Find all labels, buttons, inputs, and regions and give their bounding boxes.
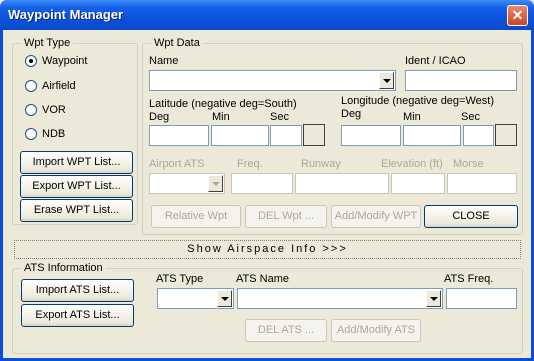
import-wpt-button[interactable]: Import WPT List... [20,151,133,174]
chevron-down-icon[interactable] [217,290,232,307]
lat-deg-input[interactable] [149,125,209,146]
ats-type-combobox[interactable] [157,288,234,309]
lat-sec-label: Sec [270,111,289,123]
runway-input [295,173,389,194]
lat-sec-input[interactable] [270,125,302,146]
freq-input [231,173,293,194]
ats-information-legend: ATS Information [21,262,106,274]
ats-freq-label: ATS Freq. [444,273,494,285]
wpt-data-legend: Wpt Data [151,37,203,49]
wpt-type-group: Wpt Type Waypoint Airfield VOR NDB Impor… [12,37,138,225]
add-modify-wpt-button: Add/Modify WPT [331,205,421,228]
radio-button-selected[interactable] [25,55,37,67]
dialog-client-area: Wpt Type Waypoint Airfield VOR NDB Impor… [3,30,531,358]
export-wpt-button[interactable]: Export WPT List... [20,175,133,198]
lat-deg-label: Deg [149,111,170,123]
radio-label-vor: VOR [42,104,66,116]
ats-freq-input[interactable] [446,288,517,309]
waypoint-manager-window: Waypoint Manager ✕ Wpt Type Waypoint Air… [0,0,534,361]
title-bar[interactable]: Waypoint Manager ✕ [0,0,534,30]
wpt-type-legend: Wpt Type [21,37,74,49]
radio-button[interactable] [25,104,37,116]
wpt-data-group: Wpt Data Name Ident / ICAO Latitude (neg… [142,37,523,235]
latitude-label: Latitude (negative deg=South) [149,98,297,110]
lon-deg-input[interactable] [341,125,401,146]
lat-hemisphere-button[interactable] [303,124,325,146]
lon-hemisphere-button[interactable] [495,124,517,146]
ats-name-combobox[interactable] [237,288,443,309]
lon-sec-label: Sec [461,111,480,123]
radio-button[interactable] [25,128,37,140]
window-title: Waypoint Manager [8,7,124,22]
radio-label-ndb: NDB [42,128,66,140]
morse-label: Morse [453,158,484,170]
add-modify-ats-button: Add/Modify ATS [331,319,421,342]
del-wpt-button: DEL Wpt ... [245,205,327,228]
lat-min-label: Min [212,111,230,123]
lon-min-label: Min [403,111,421,123]
lon-sec-input[interactable] [463,125,494,146]
freq-label: Freq. [237,158,263,170]
longitude-label: Longitude (negative deg=West) [341,95,494,107]
chevron-down-icon[interactable] [379,72,394,89]
show-airspace-info-button[interactable]: Show Airspace Info >>> [14,240,521,259]
close-button[interactable]: CLOSE [424,205,518,228]
ident-input[interactable] [405,70,517,91]
ats-type-label: ATS Type [156,273,204,285]
ats-name-label: ATS Name [236,273,289,285]
lat-min-input[interactable] [211,125,269,146]
close-icon[interactable]: ✕ [507,5,528,26]
radio-label-waypoint: Waypoint [42,55,88,67]
elevation-input [391,173,445,194]
radio-button[interactable] [25,80,37,92]
chevron-down-icon[interactable] [426,290,441,307]
airport-ats-combobox [149,173,225,194]
ats-information-group: ATS Information Import ATS List... Expor… [12,262,523,354]
erase-wpt-button[interactable]: Erase WPT List... [20,199,133,222]
runway-label: Runway [301,158,341,170]
airport-ats-label: Airport ATS [149,158,205,170]
chevron-down-icon [208,175,223,192]
elevation-label: Elevation (ft) [381,158,443,170]
name-label: Name [149,55,179,67]
import-ats-button[interactable]: Import ATS List... [21,279,134,302]
radio-label-airfield: Airfield [42,80,76,92]
ident-label: Ident / ICAO [405,55,466,67]
del-ats-button: DEL ATS ... [245,319,327,342]
name-combobox[interactable] [149,70,396,91]
lon-deg-label: Deg [341,108,362,120]
morse-input [447,173,517,194]
lon-min-input[interactable] [403,125,461,146]
export-ats-button[interactable]: Export ATS List... [21,304,134,327]
relative-wpt-button: Relative Wpt [151,205,241,228]
